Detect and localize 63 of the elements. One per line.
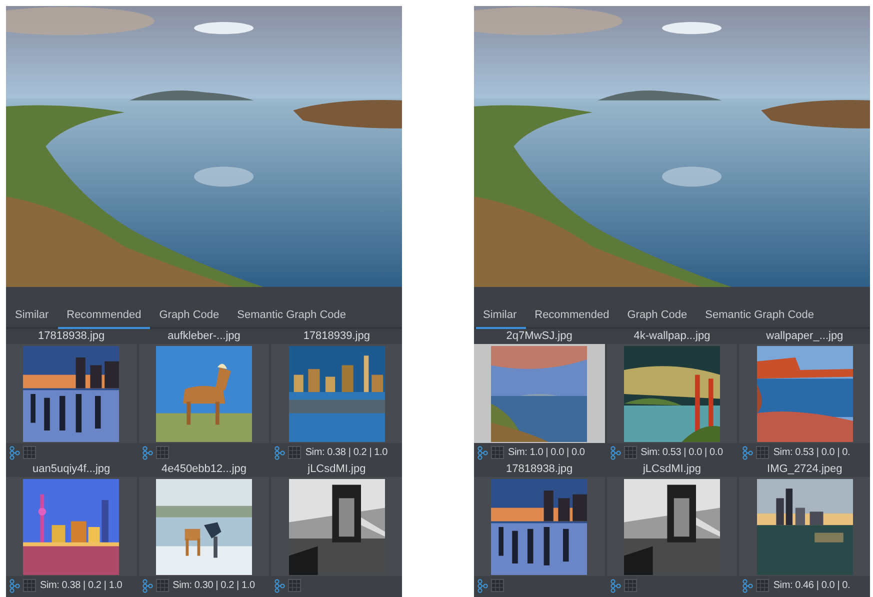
tab[interactable]: Graph Code xyxy=(150,309,228,329)
tab[interactable]: Recommended xyxy=(58,309,150,329)
graph-icon xyxy=(142,578,153,592)
tab[interactable]: Recommended xyxy=(526,309,618,329)
file-name: 17818938.jpg xyxy=(36,329,106,343)
grid-icon xyxy=(624,446,637,459)
thumbnail-tile[interactable] xyxy=(271,344,402,443)
tab[interactable]: Graph Code xyxy=(618,309,696,329)
grid-icon xyxy=(156,446,169,459)
similarity-score: Sim: 0.53 | 0.0 | 0. xyxy=(773,447,850,458)
file-name: IMG_2724.jpeg xyxy=(766,462,844,476)
thumbnail-tile[interactable] xyxy=(606,477,738,576)
thumbnail-tile[interactable] xyxy=(474,477,605,576)
grid-icon xyxy=(23,579,36,592)
graph-icon xyxy=(610,446,621,460)
file-name: aufkleber-...jpg xyxy=(166,329,242,343)
file-name: 4k-wallpap...jpg xyxy=(632,329,712,343)
similarity-score: Sim: 0.30 | 0.2 | 1.0 xyxy=(172,580,255,591)
graph-icon xyxy=(9,578,20,592)
graph-icon xyxy=(610,578,621,592)
grid-icon xyxy=(624,579,637,592)
tab[interactable]: Semantic Graph Code xyxy=(696,309,823,329)
grid-icon xyxy=(23,446,36,459)
graph-icon xyxy=(477,578,488,592)
thumbnail-tile[interactable] xyxy=(271,477,402,576)
grid-icon xyxy=(288,579,302,592)
thumbnail-tile[interactable] xyxy=(739,344,870,443)
similarity-score: Sim: 1.0 | 0.0 | 0.0 xyxy=(508,447,585,458)
thumbnail-tile[interactable] xyxy=(138,477,270,576)
file-name: wallpaper_...jpg xyxy=(765,329,844,343)
graph-icon xyxy=(477,446,488,460)
graph-icon xyxy=(142,446,153,460)
similarity-score: Sim: 0.38 | 0.2 | 1.0 xyxy=(305,447,388,458)
thumbnail-tile[interactable] xyxy=(474,344,605,443)
thumbnail-tile[interactable] xyxy=(6,477,137,576)
graph-icon xyxy=(274,446,286,460)
grid-icon xyxy=(756,446,770,459)
similarity-score: Sim: 0.46 | 0.0 | 0. xyxy=(773,580,850,591)
thumbnail-tile[interactable] xyxy=(138,344,270,443)
grid-icon xyxy=(756,579,770,592)
file-name: jLCsdMI.jpg xyxy=(642,462,702,476)
grid-icon xyxy=(491,579,504,592)
file-name: 17818939.jpg xyxy=(302,329,371,343)
thumbnail-tile[interactable] xyxy=(6,344,137,443)
file-name: 2q7MwSJ.jpg xyxy=(505,329,574,343)
graph-icon xyxy=(274,578,286,592)
grid-icon xyxy=(156,579,169,592)
graph-icon xyxy=(9,446,20,460)
similarity-score: Sim: 0.38 | 0.2 | 1.0 xyxy=(40,580,122,591)
file-name: 4e450ebb12...jpg xyxy=(160,462,248,476)
tab[interactable]: Similar xyxy=(476,309,526,329)
file-name: jLCsdMI.jpg xyxy=(306,462,367,476)
file-name: 17818938.jpg xyxy=(504,462,574,476)
graph-icon xyxy=(742,578,754,592)
thumbnail-tile[interactable] xyxy=(606,344,738,443)
similarity-score: Sim: 0.53 | 0.0 | 0.0 xyxy=(640,447,723,458)
file-name: uan5uqiy4f...jpg xyxy=(31,462,112,476)
tab[interactable]: Semantic Graph Code xyxy=(228,309,355,329)
tab[interactable]: Similar xyxy=(8,309,58,329)
grid-icon xyxy=(491,446,504,459)
thumbnail-tile[interactable] xyxy=(739,477,870,576)
grid-icon xyxy=(288,446,302,459)
graph-icon xyxy=(742,446,754,460)
